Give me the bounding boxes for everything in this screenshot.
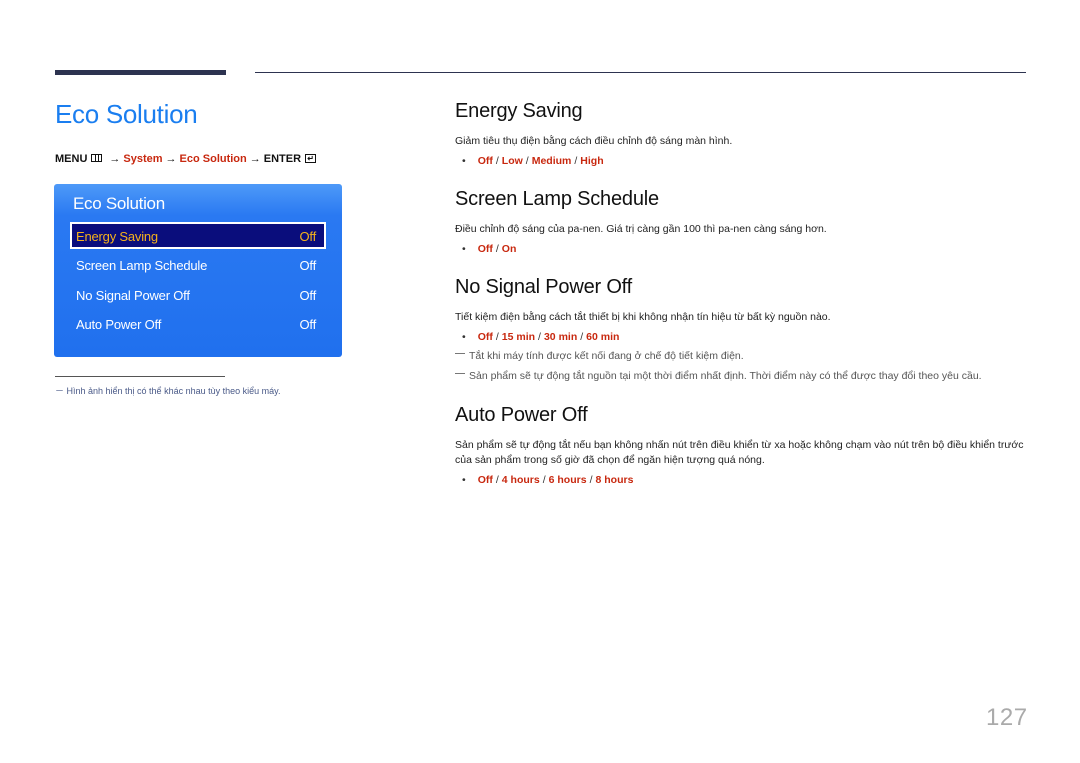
osd-item-screen-lamp-schedule[interactable]: Screen Lamp Schedule Off (70, 252, 326, 279)
osd-item-value: Off (299, 258, 316, 273)
section-title-auto-power-off: Auto Power Off (455, 404, 588, 426)
osd-item-no-signal-power-off[interactable]: No Signal Power Off Off (70, 282, 326, 309)
option: Low (501, 155, 523, 167)
separator: / (574, 155, 578, 167)
bullet-icon: • (462, 474, 466, 486)
section-desc: Điều chỉnh độ sáng của pa-nen. Giá trị c… (455, 223, 827, 235)
option: Off (477, 331, 493, 343)
header-accent-bar (55, 70, 226, 75)
option: Off (477, 474, 493, 486)
separator: / (580, 331, 584, 343)
menu-path-eco-solution: Eco Solution (179, 153, 247, 165)
option-list: • Off / On (462, 243, 516, 255)
section-title-no-signal-power-off: No Signal Power Off (455, 276, 633, 298)
option-list: • Off/15 min/30 min/60 min (462, 331, 619, 343)
option: 30 min (543, 331, 578, 343)
osd-item-value: Off (299, 288, 316, 303)
option: High (580, 155, 604, 167)
osd-item-label: Auto Power Off (76, 317, 162, 332)
separator: / (589, 474, 593, 486)
menu-label: MENU (55, 153, 88, 165)
bullet-icon: • (462, 155, 466, 167)
option: 15 min (501, 331, 536, 343)
separator: / (495, 243, 499, 255)
arrow-icon: → (165, 153, 177, 165)
bullet-icon: • (462, 331, 466, 343)
menu-icon (91, 154, 103, 163)
section-desc: Sản phẩm sẽ tự động tắt nếu bạn không nh… (455, 439, 1024, 466)
enter-icon: ↵ (305, 153, 317, 163)
separator: / (542, 474, 546, 486)
option: 8 hours (595, 474, 634, 486)
note: Sản phẩm sẽ tự động tắt nguồn tại một th… (455, 370, 982, 382)
page-number: 127 (986, 704, 1028, 731)
option: 4 hours (501, 474, 540, 486)
note: Tắt khi máy tính được kết nối đang ở chế… (455, 350, 744, 362)
osd-item-label: Energy Saving (76, 229, 158, 244)
separator: / (495, 331, 499, 343)
option-list: • Off / Low / Medium / High (462, 155, 604, 167)
osd-item-value: Off (299, 229, 316, 244)
separator: / (538, 331, 541, 343)
note-text: Tắt khi máy tính được kết nối đang ở chế… (469, 350, 744, 362)
page-title: Eco Solution (55, 99, 198, 129)
header-rule (255, 72, 1026, 73)
osd-item-label: Screen Lamp Schedule (76, 258, 208, 273)
separator: / (495, 155, 499, 167)
osd-item-auto-power-off[interactable]: Auto Power Off Off (70, 311, 326, 338)
osd-title: Eco Solution (73, 194, 165, 213)
option: Off (477, 243, 493, 255)
osd-item-value: Off (299, 317, 316, 332)
option: 6 hours (548, 474, 587, 486)
option: Medium (531, 155, 572, 167)
section-desc: Giảm tiêu thụ điện bằng cách điều chỉnh … (455, 135, 733, 147)
option: 60 min (586, 331, 620, 343)
separator: / (495, 474, 499, 486)
menu-path: MENU → System → Eco Solution → ENTER ↵ (55, 153, 317, 165)
osd-item-label: No Signal Power Off (76, 288, 190, 303)
section-desc: Tiết kiệm điện bằng cách tắt thiết bị kh… (455, 311, 831, 323)
section-title-energy-saving: Energy Saving (455, 100, 583, 122)
enter-label: ENTER (263, 153, 302, 165)
option: Off (477, 155, 493, 167)
option: On (501, 243, 517, 255)
bullet-icon: • (462, 243, 466, 255)
arrow-icon: → (249, 153, 261, 165)
arrow-icon: → (109, 153, 121, 165)
note-dash-icon (455, 352, 465, 354)
footnote: － Hình ảnh hiển thị có thể khác nhau tùy… (55, 386, 281, 396)
menu-path-system: System (123, 153, 163, 165)
option-list: • Off/4 hours/6 hours/8 hours (462, 474, 633, 486)
footnote-rule (55, 376, 225, 377)
osd-menu-panel: Eco Solution Energy Saving Off Screen La… (54, 184, 342, 357)
osd-item-energy-saving[interactable]: Energy Saving Off (70, 222, 326, 249)
separator: / (525, 155, 529, 167)
note-text: Sản phẩm sẽ tự động tắt nguồn tại một th… (469, 370, 982, 382)
note-dash-icon (455, 372, 465, 374)
section-title-screen-lamp-schedule: Screen Lamp Schedule (455, 188, 659, 210)
